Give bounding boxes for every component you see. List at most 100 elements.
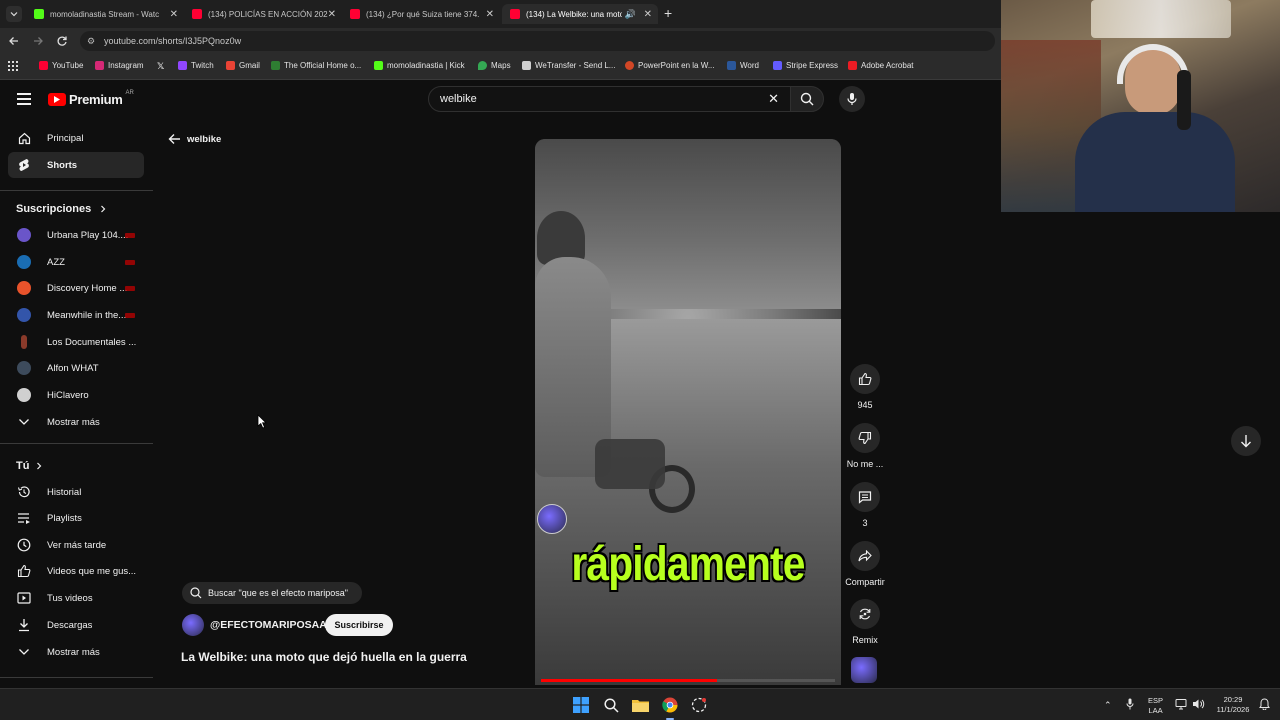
bookmark-x[interactable]: 𝕏 bbox=[157, 61, 164, 72]
subscription-urbana-play[interactable]: Urbana Play 104.... bbox=[8, 222, 144, 248]
bookmark-maps[interactable]: Maps bbox=[478, 61, 511, 70]
creator-avatar-overlay[interactable] bbox=[537, 504, 567, 534]
instagram-icon bbox=[95, 61, 104, 70]
language-indicator[interactable]: ESP LAA bbox=[1148, 696, 1163, 716]
windows-taskbar: ⌃ ESP LAA 20:29 11/1/2026 bbox=[0, 688, 1280, 720]
voice-search-button[interactable] bbox=[839, 86, 865, 112]
back-arrow-icon[interactable] bbox=[8, 34, 20, 52]
show-more-subscriptions[interactable]: Mostrar más bbox=[8, 409, 144, 435]
subscription-discovery-home[interactable]: Discovery Home ... bbox=[8, 275, 144, 301]
channel-handle[interactable]: @EFECTOMARIPOSAA bbox=[210, 619, 327, 631]
sidebar-item-shorts[interactable]: Shorts bbox=[8, 152, 144, 178]
taskbar-search-icon[interactable] bbox=[601, 695, 621, 715]
subscription-hiclavero[interactable]: HiClavero bbox=[8, 382, 144, 408]
comments-circle bbox=[850, 482, 880, 512]
app-icon[interactable] bbox=[689, 695, 709, 715]
remix-button[interactable]: Remix bbox=[843, 599, 887, 645]
bookmark-label: momoladinastia | Kick bbox=[387, 61, 465, 70]
like-button[interactable]: 945 bbox=[843, 364, 887, 410]
subscription-meanwhile[interactable]: Meanwhile in the... bbox=[8, 302, 144, 328]
progress-fill bbox=[541, 679, 718, 682]
tray-microphone-icon[interactable] bbox=[1126, 698, 1134, 713]
bookmark-word[interactable]: Word bbox=[727, 61, 759, 70]
sidebar-item-playlists[interactable]: Playlists bbox=[8, 505, 144, 531]
subscriptions-header[interactable]: Suscripciones bbox=[16, 203, 107, 215]
subscription-alfon-what[interactable]: Alfon WHAT bbox=[8, 355, 144, 381]
apps-grid-icon[interactable] bbox=[8, 61, 18, 71]
related-search-chip[interactable]: Buscar "que es el efecto mariposa" bbox=[182, 582, 362, 604]
chrome-icon[interactable] bbox=[660, 695, 680, 715]
file-explorer-icon[interactable] bbox=[630, 695, 650, 715]
sidebar-item-historial[interactable]: Historial bbox=[8, 479, 144, 505]
channel-name: Alfon WHAT bbox=[47, 362, 99, 374]
powerpoint-icon bbox=[625, 61, 634, 70]
sidebar-item-tus-videos[interactable]: Tus videos bbox=[8, 585, 144, 611]
comments-button[interactable]: 3 bbox=[843, 482, 887, 528]
browser-tab-2[interactable]: (134) POLICÍAS EN ACCIÓN 202 ✕ bbox=[184, 4, 342, 24]
reload-icon[interactable] bbox=[56, 34, 68, 52]
close-icon[interactable]: ✕ bbox=[170, 9, 178, 20]
tray-overflow-icon[interactable]: ⌃ bbox=[1104, 700, 1112, 710]
bookmark-label: Twitch bbox=[191, 61, 214, 70]
show-more-you[interactable]: Mostrar más bbox=[8, 639, 144, 665]
dislike-button[interactable]: No me ... bbox=[843, 423, 887, 469]
windows-start-icon[interactable] bbox=[571, 695, 591, 715]
bookmark-kick[interactable]: momoladinastia | Kick bbox=[374, 61, 465, 70]
sidebar-item-ver-mas-tarde[interactable]: Ver más tarde bbox=[8, 532, 144, 558]
audio-thumbnail[interactable] bbox=[851, 657, 877, 683]
clock[interactable]: 20:29 11/1/2026 bbox=[1210, 695, 1256, 715]
short-video-player[interactable] bbox=[535, 139, 841, 685]
subscribe-button[interactable]: Suscribirse bbox=[325, 614, 393, 636]
wetransfer-icon bbox=[522, 61, 531, 70]
video-title[interactable]: La Welbike: una moto que dejó huella en … bbox=[181, 650, 467, 664]
site-info-icon[interactable]: ⚙ bbox=[87, 31, 95, 51]
bookmark-official-home[interactable]: The Official Home o... bbox=[271, 61, 361, 70]
bookmark-gmail[interactable]: Gmail bbox=[226, 61, 260, 70]
bookmark-acrobat[interactable]: Adobe Acrobat bbox=[848, 61, 913, 70]
video-progress-bar[interactable] bbox=[541, 679, 835, 682]
tab-title: (134) ¿Por qué Suiza tiene 374. bbox=[366, 9, 480, 19]
share-button[interactable]: Compartir bbox=[843, 541, 887, 587]
nav-label: Tus videos bbox=[47, 592, 93, 604]
close-icon[interactable]: ✕ bbox=[328, 9, 336, 20]
subscription-los-documentales[interactable]: Los Documentales ... bbox=[8, 329, 144, 355]
bookmark-powerpoint[interactable]: PowerPoint en la W... bbox=[625, 61, 714, 70]
you-header[interactable]: Tú bbox=[16, 460, 43, 472]
subscription-azz[interactable]: AZZ bbox=[8, 249, 144, 275]
tab-search-button[interactable] bbox=[6, 6, 22, 22]
address-bar[interactable]: ⚙ youtube.com/shorts/I3J5PQnoz0w bbox=[80, 31, 995, 51]
shorts-icon bbox=[17, 158, 31, 172]
sidebar-item-liked-videos[interactable]: Videos que me gus... bbox=[8, 558, 144, 584]
clear-search-icon[interactable]: ✕ bbox=[768, 87, 779, 111]
bookmark-stripe[interactable]: Stripe Express bbox=[773, 61, 838, 70]
sidebar-item-descargas[interactable]: Descargas bbox=[8, 612, 144, 638]
bookmark-twitch[interactable]: Twitch bbox=[178, 61, 214, 70]
sidebar-item-principal[interactable]: Principal bbox=[8, 125, 144, 151]
close-icon[interactable]: ✕ bbox=[486, 9, 494, 20]
related-search-text: Buscar "que es el efecto mariposa" bbox=[208, 588, 348, 598]
volume-icon[interactable] bbox=[1192, 698, 1205, 713]
tab-title: (134) La Welbike: una moto bbox=[526, 9, 622, 19]
browser-tab-1[interactable]: momoladinastia Stream - Watc ✕ bbox=[26, 4, 184, 24]
notifications-icon[interactable] bbox=[1259, 698, 1270, 713]
liked-icon bbox=[17, 564, 31, 578]
back-to-search-link[interactable]: welbike bbox=[168, 133, 221, 145]
network-icon[interactable] bbox=[1175, 698, 1187, 713]
bookmark-instagram[interactable]: Instagram bbox=[95, 61, 144, 70]
next-video-button[interactable] bbox=[1231, 426, 1261, 456]
search-input[interactable]: welbike ✕ bbox=[428, 86, 792, 112]
forward-arrow-icon[interactable] bbox=[32, 34, 44, 52]
new-tab-button[interactable]: + bbox=[664, 5, 672, 21]
search-icon bbox=[190, 587, 202, 599]
browser-tab-3[interactable]: (134) ¿Por qué Suiza tiene 374. ✕ bbox=[342, 4, 500, 24]
bookmark-youtube[interactable]: YouTube bbox=[39, 61, 83, 70]
acrobat-icon bbox=[848, 61, 857, 70]
search-button[interactable] bbox=[790, 86, 824, 112]
bookmark-label: YouTube bbox=[52, 61, 84, 70]
nav-label: Descargas bbox=[47, 619, 93, 631]
bookmark-wetransfer[interactable]: WeTransfer - Send L... bbox=[522, 61, 615, 70]
speaker-icon[interactable]: 🔊 bbox=[625, 9, 636, 20]
close-icon[interactable]: ✕ bbox=[644, 9, 652, 20]
channel-avatar[interactable] bbox=[182, 614, 204, 636]
browser-tab-4-active[interactable]: (134) La Welbike: una moto 🔊 ✕ bbox=[502, 4, 658, 24]
